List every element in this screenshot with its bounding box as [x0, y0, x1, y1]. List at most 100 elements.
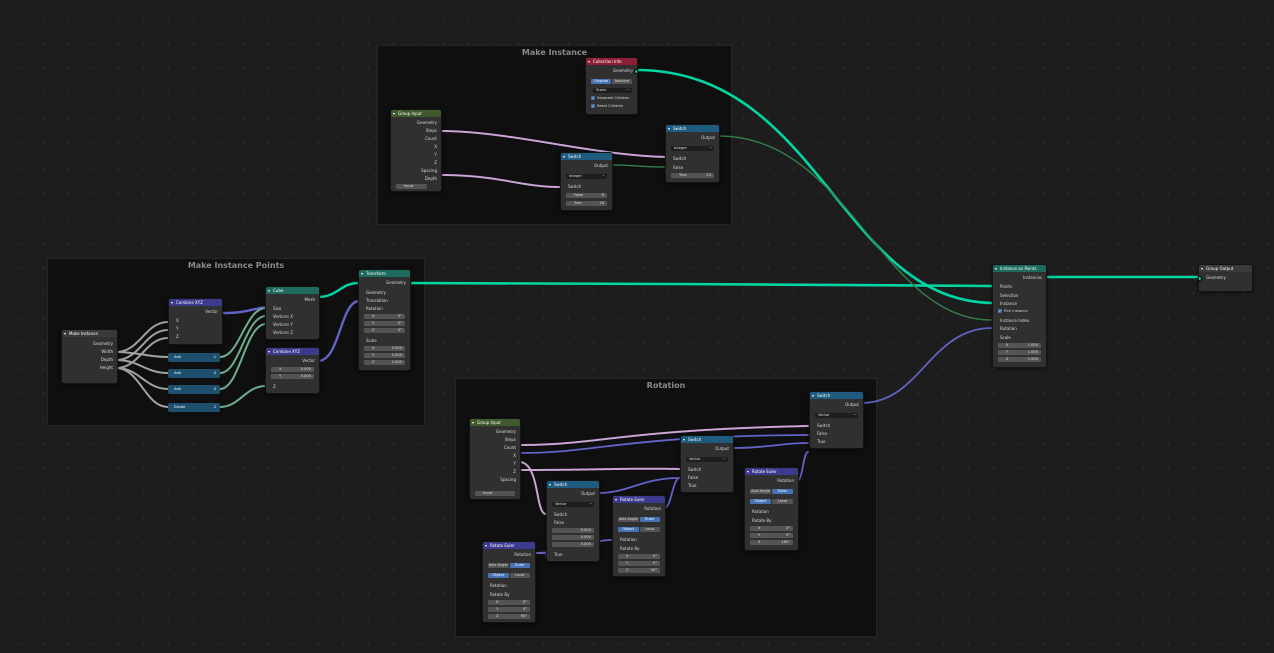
combine-xyz-node-1[interactable]: Combine XYZ Vector X Y Z — [168, 298, 223, 345]
switch-node-top-2[interactable]: Switch Output Integer Switch False True2… — [665, 124, 720, 183]
math-add-node-1[interactable]: Add 1 — [168, 353, 220, 362]
rot-x-field[interactable]: X 0° — [364, 314, 405, 319]
scale-z-field[interactable]: Z 1.000 — [364, 360, 405, 365]
output-spacing: Spacing — [421, 168, 437, 173]
euler-option[interactable]: Euler — [509, 563, 530, 568]
type-dropdown[interactable]: Integer — [566, 173, 607, 179]
object-option[interactable]: Object — [750, 499, 771, 504]
output-label: Output — [715, 446, 729, 451]
math-add-node-3[interactable]: Add 0 — [168, 385, 220, 394]
false-field[interactable]: False 8 — [566, 193, 607, 198]
scale-x-field[interactable]: X 1.000 — [998, 343, 1041, 348]
false-y-field[interactable]: 0.000 — [552, 535, 594, 540]
space-toggle[interactable]: Object Local — [750, 499, 793, 504]
transform-node[interactable]: Transform Geometry Geometry Translation … — [358, 269, 411, 371]
false-input: False — [688, 475, 699, 480]
local-option[interactable]: Local — [509, 573, 530, 578]
input-rotation: Rotation — [366, 306, 383, 311]
axis-angle-option[interactable]: Axis Angle — [488, 563, 509, 568]
input-field[interactable]: Input — [396, 184, 427, 189]
false-x-field[interactable]: 0.000 — [552, 528, 594, 533]
reset-children-checkbox[interactable]: Reset Children — [591, 104, 623, 109]
transform-space-toggle[interactable]: Original Relative — [591, 79, 632, 84]
node-header: Switch — [810, 392, 863, 399]
object-option[interactable]: Object — [488, 573, 509, 578]
true-input: True — [554, 552, 563, 557]
combine-xyz-node-2[interactable]: Combine XYZ Vector X0.000 Y0.000 Z — [265, 347, 320, 394]
collection-info-node[interactable]: Collection Info Geometry Original Relati… — [585, 57, 638, 115]
output-instances: Instances — [1022, 275, 1042, 280]
axis-angle-option[interactable]: Axis Angle — [750, 489, 771, 494]
euler-option[interactable]: Euler — [639, 517, 660, 522]
input-rotation: Rotation — [1000, 326, 1017, 331]
false-z-field[interactable]: 0.000 — [552, 542, 594, 547]
input-vertices-x: Vertices X — [273, 314, 293, 319]
link-cube-to-transform — [316, 281, 361, 299]
node-header: Transform — [359, 270, 410, 277]
separate-children-checkbox[interactable]: Separate Children — [591, 96, 629, 101]
switch-node-top-1[interactable]: Switch Output Integer Switch False8 True… — [560, 152, 613, 211]
original-option[interactable]: Original — [591, 79, 611, 84]
instance-on-points-node[interactable]: Instance on Points Instances Points Sele… — [992, 264, 1047, 368]
input-scale: Scale — [1000, 335, 1011, 340]
x-field[interactable]: X 0.000 — [271, 367, 314, 372]
input-field[interactable]: Input — [475, 491, 515, 496]
object-option[interactable]: Object — [618, 527, 639, 532]
make-instance-group-node[interactable]: Make Instance Geometry Width Depth Heigh… — [61, 329, 118, 384]
switch-node-rot-2[interactable]: Switch Output Vector Switch False True — [680, 435, 734, 493]
relative-option[interactable]: Relative — [612, 79, 632, 84]
y-field[interactable]: Y 0.000 — [271, 374, 314, 379]
axis-angle-option[interactable]: Axis Angle — [618, 517, 639, 522]
input-points: Points — [1000, 284, 1013, 289]
local-option[interactable]: Local — [772, 499, 793, 504]
type-toggle[interactable]: Axis Angle Euler — [750, 489, 793, 494]
rotate-euler-node-2[interactable]: Rotate Euler Rotation Axis AngleEuler Ob… — [612, 495, 666, 577]
output-geometry: Geometry — [613, 68, 633, 73]
euler-option[interactable]: Euler — [772, 489, 793, 494]
rotate-euler-node-3[interactable]: Rotate Euler Rotation Axis AngleEuler Ob… — [744, 467, 799, 551]
input-geometry: Geometry — [366, 290, 386, 295]
true-field[interactable]: True 23 — [671, 173, 714, 178]
rot-y-field[interactable]: Y 0° — [750, 533, 793, 538]
type-dropdown[interactable]: Vector — [686, 456, 728, 462]
cube-node[interactable]: Cube Mesh Size Vertices X Vertices Y Ver… — [265, 286, 320, 340]
switch-node-rot-3[interactable]: Switch Output Vector Switch False True — [809, 391, 864, 449]
output-vector: Vector — [302, 358, 315, 363]
math-divide-node[interactable]: Divide 2 — [168, 403, 220, 412]
group-input-node-rotation[interactable]: Group Input Geometry Steps Count X Y Z S… — [469, 418, 521, 500]
rotate-euler-node-1[interactable]: Rotate Euler Rotation Axis AngleEuler Ob… — [482, 541, 536, 623]
local-option[interactable]: Local — [639, 527, 660, 532]
type-dropdown[interactable]: Vector — [815, 412, 858, 418]
space-toggle[interactable]: Object Local — [618, 527, 660, 532]
scale-z-field[interactable]: Z 1.000 — [998, 357, 1041, 362]
scale-y-field[interactable]: Y 1.000 — [364, 353, 405, 358]
rot-y-field[interactable]: Y 0° — [488, 607, 530, 612]
type-dropdown[interactable]: Vector — [552, 501, 594, 507]
socket[interactable] — [634, 69, 637, 74]
type-toggle[interactable]: Axis Angle Euler — [618, 517, 660, 522]
scale-y-field[interactable]: Y 1.000 — [998, 350, 1041, 355]
collection-field[interactable]: Stairs — [593, 87, 632, 93]
group-output-node[interactable]: Group Output Geometry — [1198, 264, 1253, 292]
scale-x-field[interactable]: X 1.000 — [364, 346, 405, 351]
output-spacing: Spacing — [500, 477, 516, 482]
rot-z-field[interactable]: Z 90° — [618, 568, 660, 573]
true-field[interactable]: True 16 — [566, 201, 607, 206]
math-add-node-2[interactable]: Add 0 — [168, 369, 220, 378]
input-geometry: Geometry — [1206, 275, 1226, 280]
type-dropdown[interactable]: Integer — [671, 145, 714, 151]
group-input-node-top[interactable]: Group Input Geometry Steps Count X Y Z S… — [390, 109, 442, 192]
rot-y-field[interactable]: Y 0° — [618, 561, 660, 566]
rot-z-field[interactable]: Z 0° — [364, 328, 405, 333]
rot-y-field[interactable]: Y 0° — [364, 321, 405, 326]
type-toggle[interactable]: Axis Angle Euler — [488, 563, 530, 568]
switch-node-rot-1[interactable]: Switch Output Vector Switch False 0.000 … — [546, 480, 600, 562]
rot-z-field[interactable]: Z 90° — [488, 614, 530, 619]
rot-z-field[interactable]: Z 180° — [750, 540, 793, 545]
socket[interactable] — [1199, 276, 1202, 281]
pick-instance-checkbox[interactable]: Pick Instance — [998, 309, 1028, 314]
rot-x-field[interactable]: X 0° — [618, 554, 660, 559]
rot-x-field[interactable]: X 0° — [750, 526, 793, 531]
space-toggle[interactable]: Object Local — [488, 573, 530, 578]
rot-x-field[interactable]: X 0° — [488, 600, 530, 605]
